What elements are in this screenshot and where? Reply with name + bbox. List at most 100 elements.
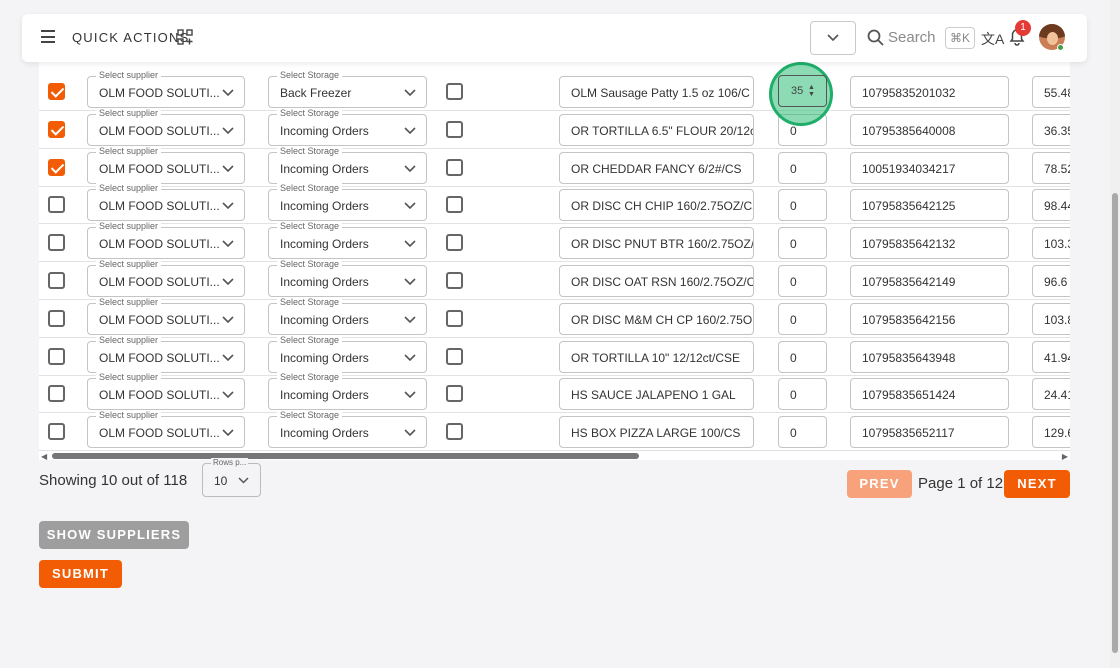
quantity-input[interactable]: 0	[778, 416, 827, 449]
quick-actions-grid-icon[interactable]	[177, 29, 193, 45]
row-option-checkbox[interactable]	[446, 158, 463, 176]
scroll-right-arrow-icon[interactable]: ▶	[1062, 452, 1068, 461]
storage-select[interactable]: Select Storage Back Freezer	[268, 70, 427, 108]
row-option-checkbox[interactable]	[446, 309, 463, 327]
description-input[interactable]: OR CHEDDAR FANCY 6/2#/CS	[559, 151, 754, 184]
translate-icon[interactable]: 文A	[981, 29, 1004, 49]
description-input[interactable]: OR DISC M&M CH CP 160/2.75O	[559, 302, 754, 335]
storage-select[interactable]: Select Storage Incoming Orders	[268, 221, 427, 260]
row-select-checkbox[interactable]	[48, 120, 65, 138]
row-select-checkbox[interactable]	[48, 234, 65, 252]
description-input[interactable]: OR TORTILLA 10" 12/12ct/CSE	[559, 340, 754, 373]
upc-input[interactable]: 10795835642132	[850, 227, 1009, 260]
price-input[interactable]: 96.6	[1032, 265, 1070, 297]
row-option-checkbox[interactable]	[446, 196, 463, 214]
show-suppliers-button[interactable]: SHOW SUPPLIERS	[39, 521, 189, 549]
price-input[interactable]: 98.44	[1032, 189, 1070, 222]
storage-select[interactable]: Select Storage Incoming Orders	[268, 334, 427, 373]
chevron-down-icon	[404, 127, 416, 134]
quantity-input[interactable]: 0	[778, 151, 827, 184]
storage-select[interactable]: Select Storage Incoming Orders	[268, 107, 427, 146]
storage-select[interactable]: Select Storage Incoming Orders	[268, 145, 427, 184]
quantity-input[interactable]: 0	[778, 302, 827, 335]
supplier-select[interactable]: Select supplier OLM FOOD SOLUTI...	[87, 372, 245, 411]
supplier-select[interactable]: Select supplier OLM FOOD SOLUTI...	[87, 107, 245, 146]
price-input[interactable]: 103.3	[1032, 227, 1070, 260]
row-option-checkbox[interactable]	[446, 423, 463, 441]
storage-select[interactable]: Select Storage Incoming Orders	[268, 372, 427, 411]
horizontal-scrollbar-thumb[interactable]	[52, 453, 639, 459]
price-input[interactable]: 103.8	[1032, 302, 1070, 335]
row-select-checkbox[interactable]	[48, 309, 65, 327]
description-input[interactable]: HS SAUCE JALAPENO 1 GAL	[559, 378, 754, 411]
upc-input[interactable]: 10795835642125	[850, 189, 1009, 222]
row-option-checkbox[interactable]	[446, 83, 463, 100]
description-input[interactable]: OR DISC CH CHIP 160/2.75OZ/CS	[559, 189, 754, 222]
supplier-select[interactable]: Select supplier OLM FOOD SOLUTI...	[87, 259, 245, 297]
quantity-spinner-icon[interactable]: ▲ ▼	[808, 84, 815, 98]
supplier-select[interactable]: Select supplier OLM FOOD SOLUTI...	[87, 145, 245, 184]
description-input[interactable]: HS BOX PIZZA LARGE 100/CS	[559, 416, 754, 449]
row-option-checkbox[interactable]	[446, 120, 463, 138]
price-input[interactable]: 129.6	[1032, 416, 1070, 449]
storage-select[interactable]: Select Storage Incoming Orders	[268, 183, 427, 222]
row-select-checkbox[interactable]	[48, 347, 65, 365]
row-select-checkbox[interactable]	[48, 423, 65, 441]
search-icon[interactable]	[867, 29, 884, 46]
vertical-scrollbar[interactable]	[1110, 0, 1120, 668]
upc-input[interactable]: 10795835651424	[850, 378, 1009, 411]
storage-select[interactable]: Select Storage Incoming Orders	[268, 296, 427, 335]
price-input[interactable]: 24.41	[1032, 378, 1070, 411]
price-input[interactable]: 36.35	[1032, 113, 1070, 146]
row-option-checkbox[interactable]	[446, 385, 463, 403]
search-input[interactable]: Search	[888, 29, 936, 46]
quantity-input[interactable]: 0	[778, 227, 827, 260]
supplier-select[interactable]: Select supplier OLM FOOD SOLUTI...	[87, 183, 245, 222]
price-input[interactable]: 78.52	[1032, 151, 1070, 184]
rows-per-page-select[interactable]: Rows p... 10	[202, 458, 261, 497]
description-input[interactable]: OR TORTILLA 6.5" FLOUR 20/12ct	[559, 113, 754, 146]
chevron-down-icon	[404, 89, 416, 97]
horizontal-scrollbar[interactable]: ◀ ▶	[39, 451, 1070, 461]
prev-page-button[interactable]: PREV	[847, 470, 912, 498]
supplier-select[interactable]: Select supplier OLM FOOD SOLUTI...	[87, 70, 245, 108]
supplier-select[interactable]: Select supplier OLM FOOD SOLUTI...	[87, 221, 245, 260]
description-input[interactable]: OLM Sausage Patty 1.5 oz 106/C	[559, 76, 754, 108]
supplier-select[interactable]: Select supplier OLM FOOD SOLUTI...	[87, 410, 245, 449]
quantity-input-active[interactable]: 35 ▲ ▼	[778, 75, 827, 107]
next-page-button[interactable]: NEXT	[1004, 470, 1070, 498]
context-select[interactable]	[810, 21, 856, 55]
upc-input[interactable]: 10051934034217	[850, 151, 1009, 184]
upc-input[interactable]: 10795835642156	[850, 302, 1009, 335]
description-input[interactable]: OR DISC PNUT BTR 160/2.75OZ/(	[559, 227, 754, 260]
upc-input[interactable]: 10795835652117	[850, 416, 1009, 449]
upc-input[interactable]: 10795835201032	[850, 76, 1009, 108]
upc-input[interactable]: 10795835642149	[850, 265, 1009, 297]
submit-button[interactable]: SUBMIT	[39, 560, 122, 588]
price-input[interactable]: 41.94	[1032, 340, 1070, 373]
storage-select[interactable]: Select Storage Incoming Orders	[268, 259, 427, 297]
description-input[interactable]: OR DISC OAT RSN 160/2.75OZ/C	[559, 265, 754, 297]
quantity-input[interactable]: 0	[778, 340, 827, 373]
row-select-checkbox[interactable]	[48, 83, 65, 100]
row-option-checkbox[interactable]	[446, 347, 463, 365]
row-select-checkbox[interactable]	[48, 158, 65, 176]
row-select-checkbox[interactable]	[48, 272, 65, 289]
row-select-checkbox[interactable]	[48, 385, 65, 403]
hamburger-menu-icon[interactable]	[41, 30, 55, 44]
upc-input[interactable]: 10795835643948	[850, 340, 1009, 373]
quantity-input[interactable]: 0	[778, 189, 827, 222]
supplier-select[interactable]: Select supplier OLM FOOD SOLUTI...	[87, 296, 245, 335]
storage-select[interactable]: Select Storage Incoming Orders	[268, 410, 427, 449]
supplier-select[interactable]: Select supplier OLM FOOD SOLUTI...	[87, 334, 245, 373]
row-option-checkbox[interactable]	[446, 272, 463, 289]
showing-count: Showing 10 out of 118	[39, 472, 188, 489]
row-select-checkbox[interactable]	[48, 196, 65, 214]
quantity-input[interactable]: 0	[778, 265, 827, 297]
price-input[interactable]: 55.48	[1032, 76, 1070, 108]
scroll-left-arrow-icon[interactable]: ◀	[41, 452, 47, 461]
vertical-scrollbar-thumb[interactable]	[1112, 193, 1118, 653]
upc-input[interactable]: 10795385640008	[850, 113, 1009, 146]
row-option-checkbox[interactable]	[446, 234, 463, 252]
quantity-input[interactable]: 0	[778, 378, 827, 411]
